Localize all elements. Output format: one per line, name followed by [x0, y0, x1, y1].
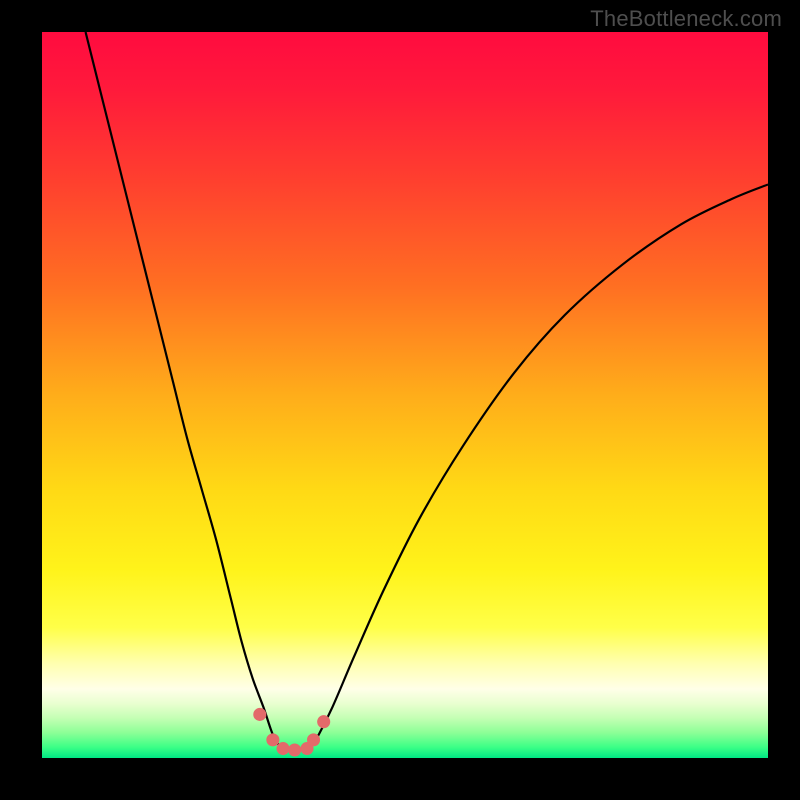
marker-point	[317, 715, 330, 728]
series-bottleneck-curve-right	[311, 184, 768, 747]
curve-layer	[42, 32, 768, 758]
marker-point	[307, 733, 320, 746]
marker-point	[276, 742, 289, 755]
watermark-text: TheBottleneck.com	[590, 6, 782, 32]
plot-area	[42, 32, 768, 758]
chart-frame: TheBottleneck.com	[0, 0, 800, 800]
marker-point	[288, 743, 301, 756]
marker-point	[253, 708, 266, 721]
marker-point	[266, 733, 279, 746]
series-bottleneck-curve-left	[86, 32, 282, 747]
